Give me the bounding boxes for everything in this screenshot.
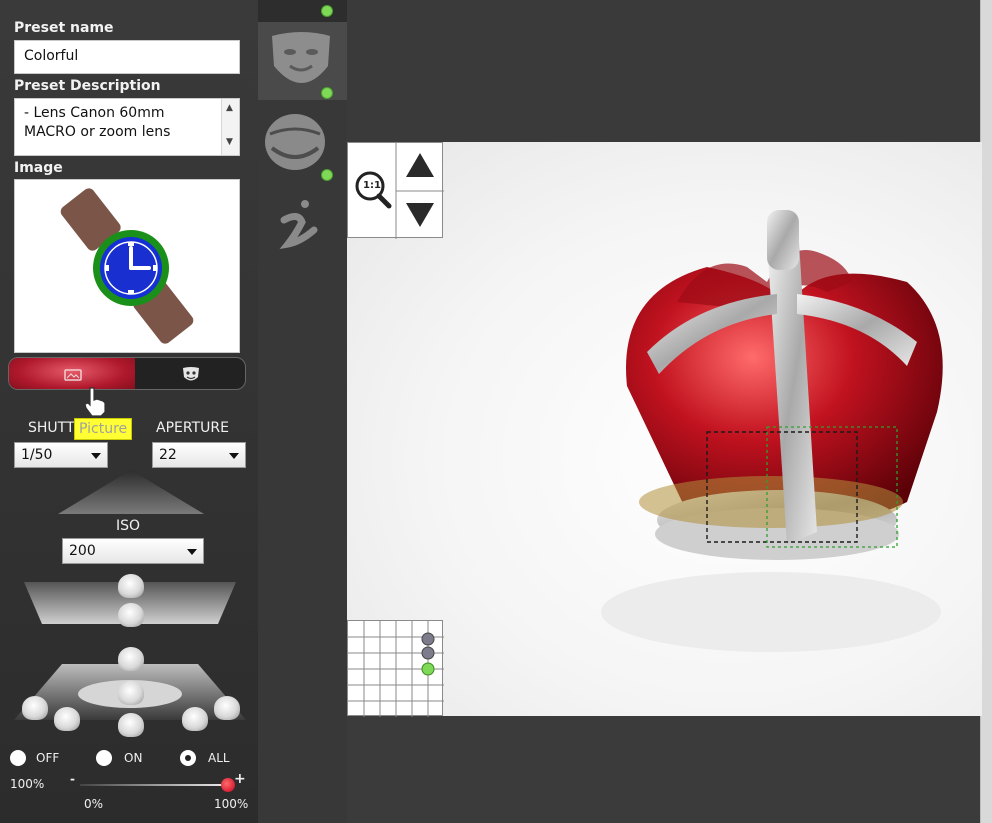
chevron-down-icon	[91, 453, 101, 459]
bottom-light-bulb[interactable]	[118, 647, 144, 671]
intensity-slider-handle[interactable]	[221, 778, 235, 792]
grid-overlay-controls[interactable]	[347, 620, 444, 717]
lights-off-label: OFF	[36, 751, 60, 765]
iso-select[interactable]: 200	[62, 538, 204, 564]
info-tool-button[interactable]	[258, 192, 347, 262]
preset-name-input[interactable]: Colorful	[14, 40, 240, 74]
mode-toggle	[8, 357, 246, 390]
face-tool-button[interactable]	[258, 100, 347, 182]
mask-mode-button[interactable]	[135, 358, 245, 389]
preset-name-value: Colorful	[24, 48, 79, 64]
top-light-bulb[interactable]	[118, 574, 144, 598]
bottom-light-bulb[interactable]	[214, 696, 240, 720]
bottom-light-bulb[interactable]	[54, 707, 80, 731]
status-dot	[321, 87, 333, 99]
lights-all-label: ALL	[208, 751, 230, 765]
aperture-label: APERTURE	[156, 420, 229, 436]
preset-description-value: - Lens Canon 60mm MACRO or zoom lens	[24, 105, 171, 140]
scroll-up-icon[interactable]: ▲	[226, 103, 233, 113]
shutter-select-value: 1/50	[21, 447, 53, 463]
zoom-controls-icon	[355, 143, 444, 239]
aperture-select[interactable]: 22	[152, 442, 246, 468]
shutter-select[interactable]: 1/50	[14, 442, 108, 468]
shutter-label: SHUTT	[28, 420, 75, 436]
chevron-down-icon	[187, 549, 197, 555]
viewer-top-area	[347, 0, 982, 142]
tool-column	[258, 0, 347, 823]
iso-select-value: 200	[69, 543, 96, 559]
preset-description-label: Preset Description	[14, 78, 161, 94]
theater-mask-icon	[272, 32, 330, 83]
picture-mode-icon	[64, 369, 82, 381]
scroll-down-icon[interactable]: ▼	[226, 137, 233, 147]
aperture-select-value: 22	[159, 447, 177, 463]
zoom-controls: 1:1	[347, 142, 444, 239]
preset-image[interactable]	[14, 179, 240, 353]
lights-all-radio[interactable]	[180, 750, 196, 766]
smiley-face-icon	[265, 114, 325, 170]
left-panel: Preset name Colorful Preset Description …	[0, 0, 258, 823]
grid-icon	[348, 621, 444, 717]
intensity-value-label: 100%	[10, 777, 45, 791]
lights-off-radio[interactable]	[10, 750, 26, 766]
slider-min-label: 0%	[84, 797, 104, 811]
increase-button[interactable]: +	[234, 771, 246, 787]
mask-icon	[183, 367, 199, 381]
bottom-light-bulb[interactable]	[22, 696, 48, 720]
image-label: Image	[14, 160, 63, 176]
lights-on-label: ON	[124, 751, 143, 765]
image-viewer: 1:1	[347, 0, 992, 823]
status-dot	[321, 169, 333, 181]
decrease-button[interactable]: -	[70, 772, 75, 786]
picture-tooltip: Picture	[74, 418, 133, 440]
exposure-triangle-icon	[58, 470, 204, 514]
status-dot	[321, 5, 333, 17]
chevron-down-icon	[229, 453, 239, 459]
intensity-slider-track[interactable]	[80, 784, 228, 786]
description-scrollbar[interactable]: ▲ ▼	[221, 99, 239, 155]
preset-description-input[interactable]: - Lens Canon 60mm MACRO or zoom lens ▲ ▼	[14, 98, 240, 156]
watch-icon	[60, 188, 194, 344]
bottom-light-bulb[interactable]	[182, 707, 208, 731]
mask-tool-button[interactable]	[258, 22, 347, 100]
iso-label: ISO	[116, 518, 141, 534]
lights-on-radio[interactable]	[96, 750, 112, 766]
tool-header	[258, 0, 347, 22]
bottom-light-bulb[interactable]	[118, 681, 144, 705]
picture-mode-button[interactable]	[9, 358, 135, 389]
info-icon	[279, 200, 318, 249]
slider-max-label: 100%	[214, 797, 249, 811]
preset-name-label: Preset name	[14, 20, 114, 36]
hand-cursor-icon	[84, 387, 106, 417]
zoom-ratio-label: 1:1	[363, 180, 381, 191]
top-light-bulb[interactable]	[118, 603, 144, 627]
bottom-light-bulb[interactable]	[118, 713, 144, 737]
